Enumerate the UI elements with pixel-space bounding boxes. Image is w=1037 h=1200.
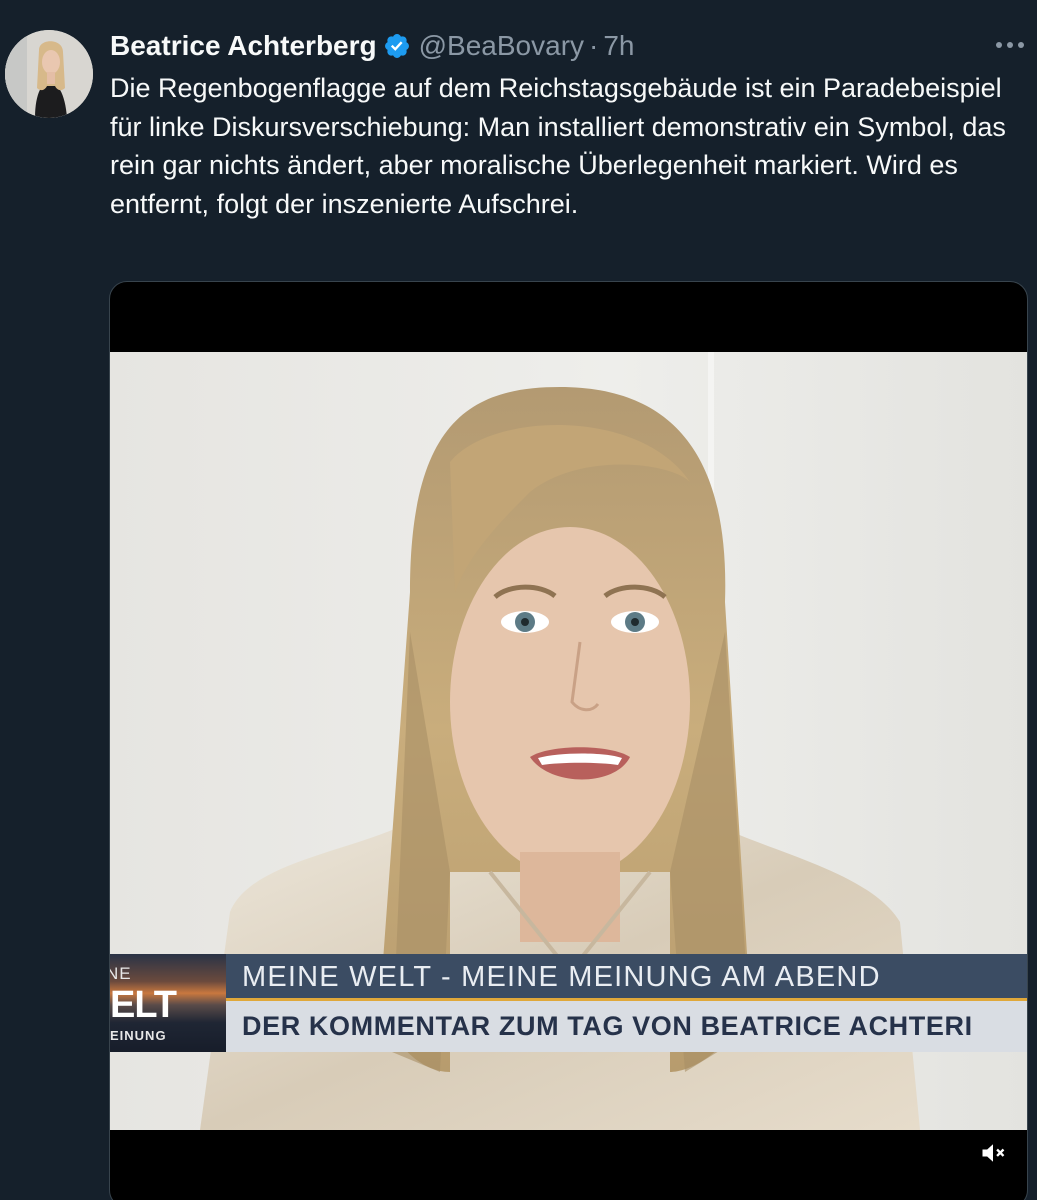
tweet-header: Beatrice Achterberg @BeaBovary · 7h	[110, 26, 635, 66]
author-handle[interactable]: @BeaBovary	[419, 30, 584, 62]
news-lower-third: NE ELT EINUNG MEINE WELT - MEINE MEINUNG…	[110, 954, 1027, 1052]
logo-line-1: NE	[110, 964, 132, 983]
tweet-timestamp[interactable]: 7h	[603, 30, 634, 62]
avatar[interactable]	[5, 30, 93, 118]
logo-line-2: ELT	[110, 984, 177, 1026]
more-horizontal-icon[interactable]	[995, 38, 1025, 52]
logo-line-3: EINUNG	[110, 1028, 167, 1043]
lower-third-subtitle: DER KOMMENTAR ZUM TAG VON BEATRICE ACHTE…	[242, 1011, 973, 1041]
video-player[interactable]: NE ELT EINUNG MEINE WELT - MEINE MEINUNG…	[109, 281, 1028, 1200]
volume-muted-icon[interactable]	[979, 1139, 1007, 1167]
header-separator: ·	[589, 30, 599, 61]
tweet-text: Die Regenbogenflagge auf dem Reichstagsg…	[110, 73, 1006, 219]
verified-badge-icon	[383, 32, 411, 60]
channel-logo: NE ELT EINUNG	[110, 954, 226, 1052]
avatar-image	[5, 30, 93, 118]
lower-third-show-title: MEINE WELT - MEINE MEINUNG AM ABEND	[242, 961, 881, 993]
tweet[interactable]: Beatrice Achterberg @BeaBovary · 7h Die …	[0, 0, 1037, 1200]
author-display-name[interactable]: Beatrice Achterberg	[110, 30, 377, 62]
